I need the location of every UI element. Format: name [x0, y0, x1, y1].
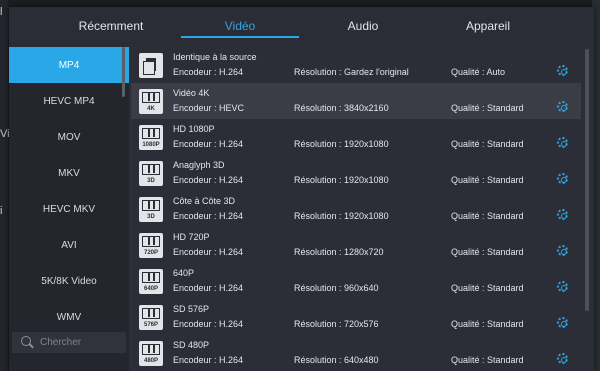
- sidebar-item-hevc-mkv[interactable]: HEVC MKV: [9, 191, 129, 227]
- format-icon-tag: 1080P: [142, 142, 160, 148]
- format-resolution: Résolution : 1920x1080: [294, 211, 389, 221]
- search-input[interactable]: Chercher: [12, 332, 126, 353]
- gear-icon[interactable]: [557, 65, 568, 76]
- video-format-icon: 576P: [139, 305, 163, 330]
- format-row[interactable]: 640P 640P Encodeur : H.264 Résolution : …: [131, 263, 581, 299]
- format-name: 640P: [173, 268, 195, 278]
- video-format-icon: 3D: [139, 197, 163, 222]
- format-quality: Qualité : Standard: [451, 103, 524, 113]
- gear-icon[interactable]: [557, 281, 568, 292]
- format-icon-tag: 640P: [143, 286, 158, 292]
- format-encoder: Encodeur : HEVC: [173, 103, 245, 113]
- format-icon-tag: 3D: [147, 214, 155, 220]
- format-row[interactable]: Identique à la source Encodeur : H.264 R…: [131, 47, 581, 83]
- sidebar-item-mkv[interactable]: MKV: [9, 155, 129, 191]
- format-encoder: Encodeur : H.264: [173, 355, 244, 365]
- sidebar-item-avi[interactable]: AVI: [9, 227, 129, 263]
- format-row[interactable]: 480P SD 480P Encodeur : H.264 Résolution…: [131, 335, 581, 371]
- search-placeholder: Chercher: [40, 337, 82, 348]
- format-row[interactable]: 720P HD 720P Encodeur : H.264 Résolution…: [131, 227, 581, 263]
- format-resolution: Résolution : 720x576: [294, 319, 379, 329]
- format-encoder: Encodeur : H.264: [173, 319, 244, 329]
- background-edge-text: i: [0, 205, 3, 217]
- sidebar-item-5k-8k-video[interactable]: 5K/8K Video: [9, 263, 129, 299]
- sidebar-scrollbar[interactable]: [122, 47, 125, 97]
- format-name: HD 720P: [173, 232, 210, 242]
- format-sidebar: MP4 HEVC MP4 MOV MKV HEVC MKV AVI 5K/8K …: [9, 47, 129, 371]
- background-left-edge: l Vi i: [0, 0, 10, 371]
- format-encoder: Encodeur : H.264: [173, 247, 244, 257]
- format-row[interactable]: 1080P HD 1080P Encodeur : H.264 Résoluti…: [131, 119, 581, 155]
- format-name: Identique à la source: [173, 52, 257, 62]
- gear-icon[interactable]: [557, 137, 568, 148]
- video-format-icon: 640P: [139, 269, 163, 294]
- video-format-icon: 4K: [139, 89, 163, 114]
- video-format-icon: 720P: [139, 233, 163, 258]
- format-name: HD 1080P: [173, 124, 215, 134]
- format-quality: Qualité : Standard: [451, 211, 524, 221]
- format-name: SD 576P: [173, 304, 210, 314]
- format-resolution: Résolution : 640x480: [294, 355, 379, 365]
- format-encoder: Encodeur : H.264: [173, 175, 244, 185]
- format-quality: Qualité : Standard: [451, 319, 524, 329]
- gear-icon[interactable]: [557, 245, 568, 256]
- video-format-icon: 3D: [139, 161, 163, 186]
- sidebar-item-mp4[interactable]: MP4: [9, 47, 129, 83]
- tab-recemment[interactable]: Récemment: [36, 19, 186, 33]
- gear-icon[interactable]: [557, 353, 568, 364]
- format-encoder: Encodeur : H.264: [173, 283, 244, 293]
- video-format-icon: 480P: [139, 341, 163, 366]
- format-resolution: Résolution : 960x640: [294, 283, 379, 293]
- gear-icon[interactable]: [557, 173, 568, 184]
- format-quality: Qualité : Standard: [451, 175, 524, 185]
- format-icon-tag: 3D: [147, 178, 155, 184]
- format-icon-tag: 576P: [143, 322, 158, 328]
- format-icon-tag: 4K: [147, 106, 155, 112]
- format-name: SD 480P: [173, 340, 210, 350]
- sidebar-item-wmv[interactable]: WMV: [9, 299, 129, 335]
- format-icon-tag: 720P: [143, 250, 158, 256]
- format-resolution: Résolution : 1920x1080: [294, 175, 389, 185]
- background-edge-text: l: [0, 6, 3, 18]
- format-row[interactable]: 576P SD 576P Encodeur : H.264 Résolution…: [131, 299, 581, 335]
- gear-icon[interactable]: [557, 101, 568, 112]
- search-icon: [21, 336, 31, 346]
- format-quality: Qualité : Auto: [451, 67, 506, 77]
- gear-icon[interactable]: [557, 209, 568, 220]
- format-list: Identique à la source Encodeur : H.264 R…: [131, 47, 581, 371]
- format-quality: Qualité : Standard: [451, 247, 524, 257]
- sidebar-item-mov[interactable]: MOV: [9, 119, 129, 155]
- format-quality: Qualité : Standard: [451, 355, 524, 365]
- format-row[interactable]: 3D Anaglyph 3D Encodeur : H.264 Résoluti…: [131, 155, 581, 191]
- format-resolution: Résolution : 3840x2160: [294, 103, 389, 113]
- format-list-scrollbar[interactable]: [585, 49, 589, 311]
- video-format-icon: 1080P: [139, 125, 163, 150]
- category-tabs: Récemment Vidéo Audio Appareil: [9, 7, 594, 47]
- format-icon-tag: 480P: [143, 358, 158, 364]
- format-name: Vidéo 4K: [173, 88, 210, 98]
- format-encoder: Encodeur : H.264: [173, 139, 244, 149]
- format-quality: Qualité : Standard: [451, 283, 524, 293]
- format-encoder: Encodeur : H.264: [173, 67, 244, 77]
- format-resolution: Résolution : Gardez l'original: [294, 67, 409, 77]
- tab-appareil[interactable]: Appareil: [413, 19, 563, 33]
- format-quality: Qualité : Standard: [451, 139, 524, 149]
- format-encoder: Encodeur : H.264: [173, 211, 244, 221]
- same-as-source-icon: [139, 53, 163, 78]
- format-picker-panel: Récemment Vidéo Audio Appareil MP4 HEVC …: [9, 7, 594, 371]
- format-name: Côte à Côte 3D: [173, 196, 236, 206]
- format-row[interactable]: 4K Vidéo 4K Encodeur : HEVC Résolution :…: [131, 83, 581, 119]
- format-resolution: Résolution : 1920x1080: [294, 139, 389, 149]
- format-name: Anaglyph 3D: [173, 160, 225, 170]
- format-resolution: Résolution : 1280x720: [294, 247, 384, 257]
- gear-icon[interactable]: [557, 317, 568, 328]
- sidebar-item-hevc-mp4[interactable]: HEVC MP4: [9, 83, 129, 119]
- format-row[interactable]: 3D Côte à Côte 3D Encodeur : H.264 Résol…: [131, 191, 581, 227]
- active-tab-indicator: [181, 36, 299, 38]
